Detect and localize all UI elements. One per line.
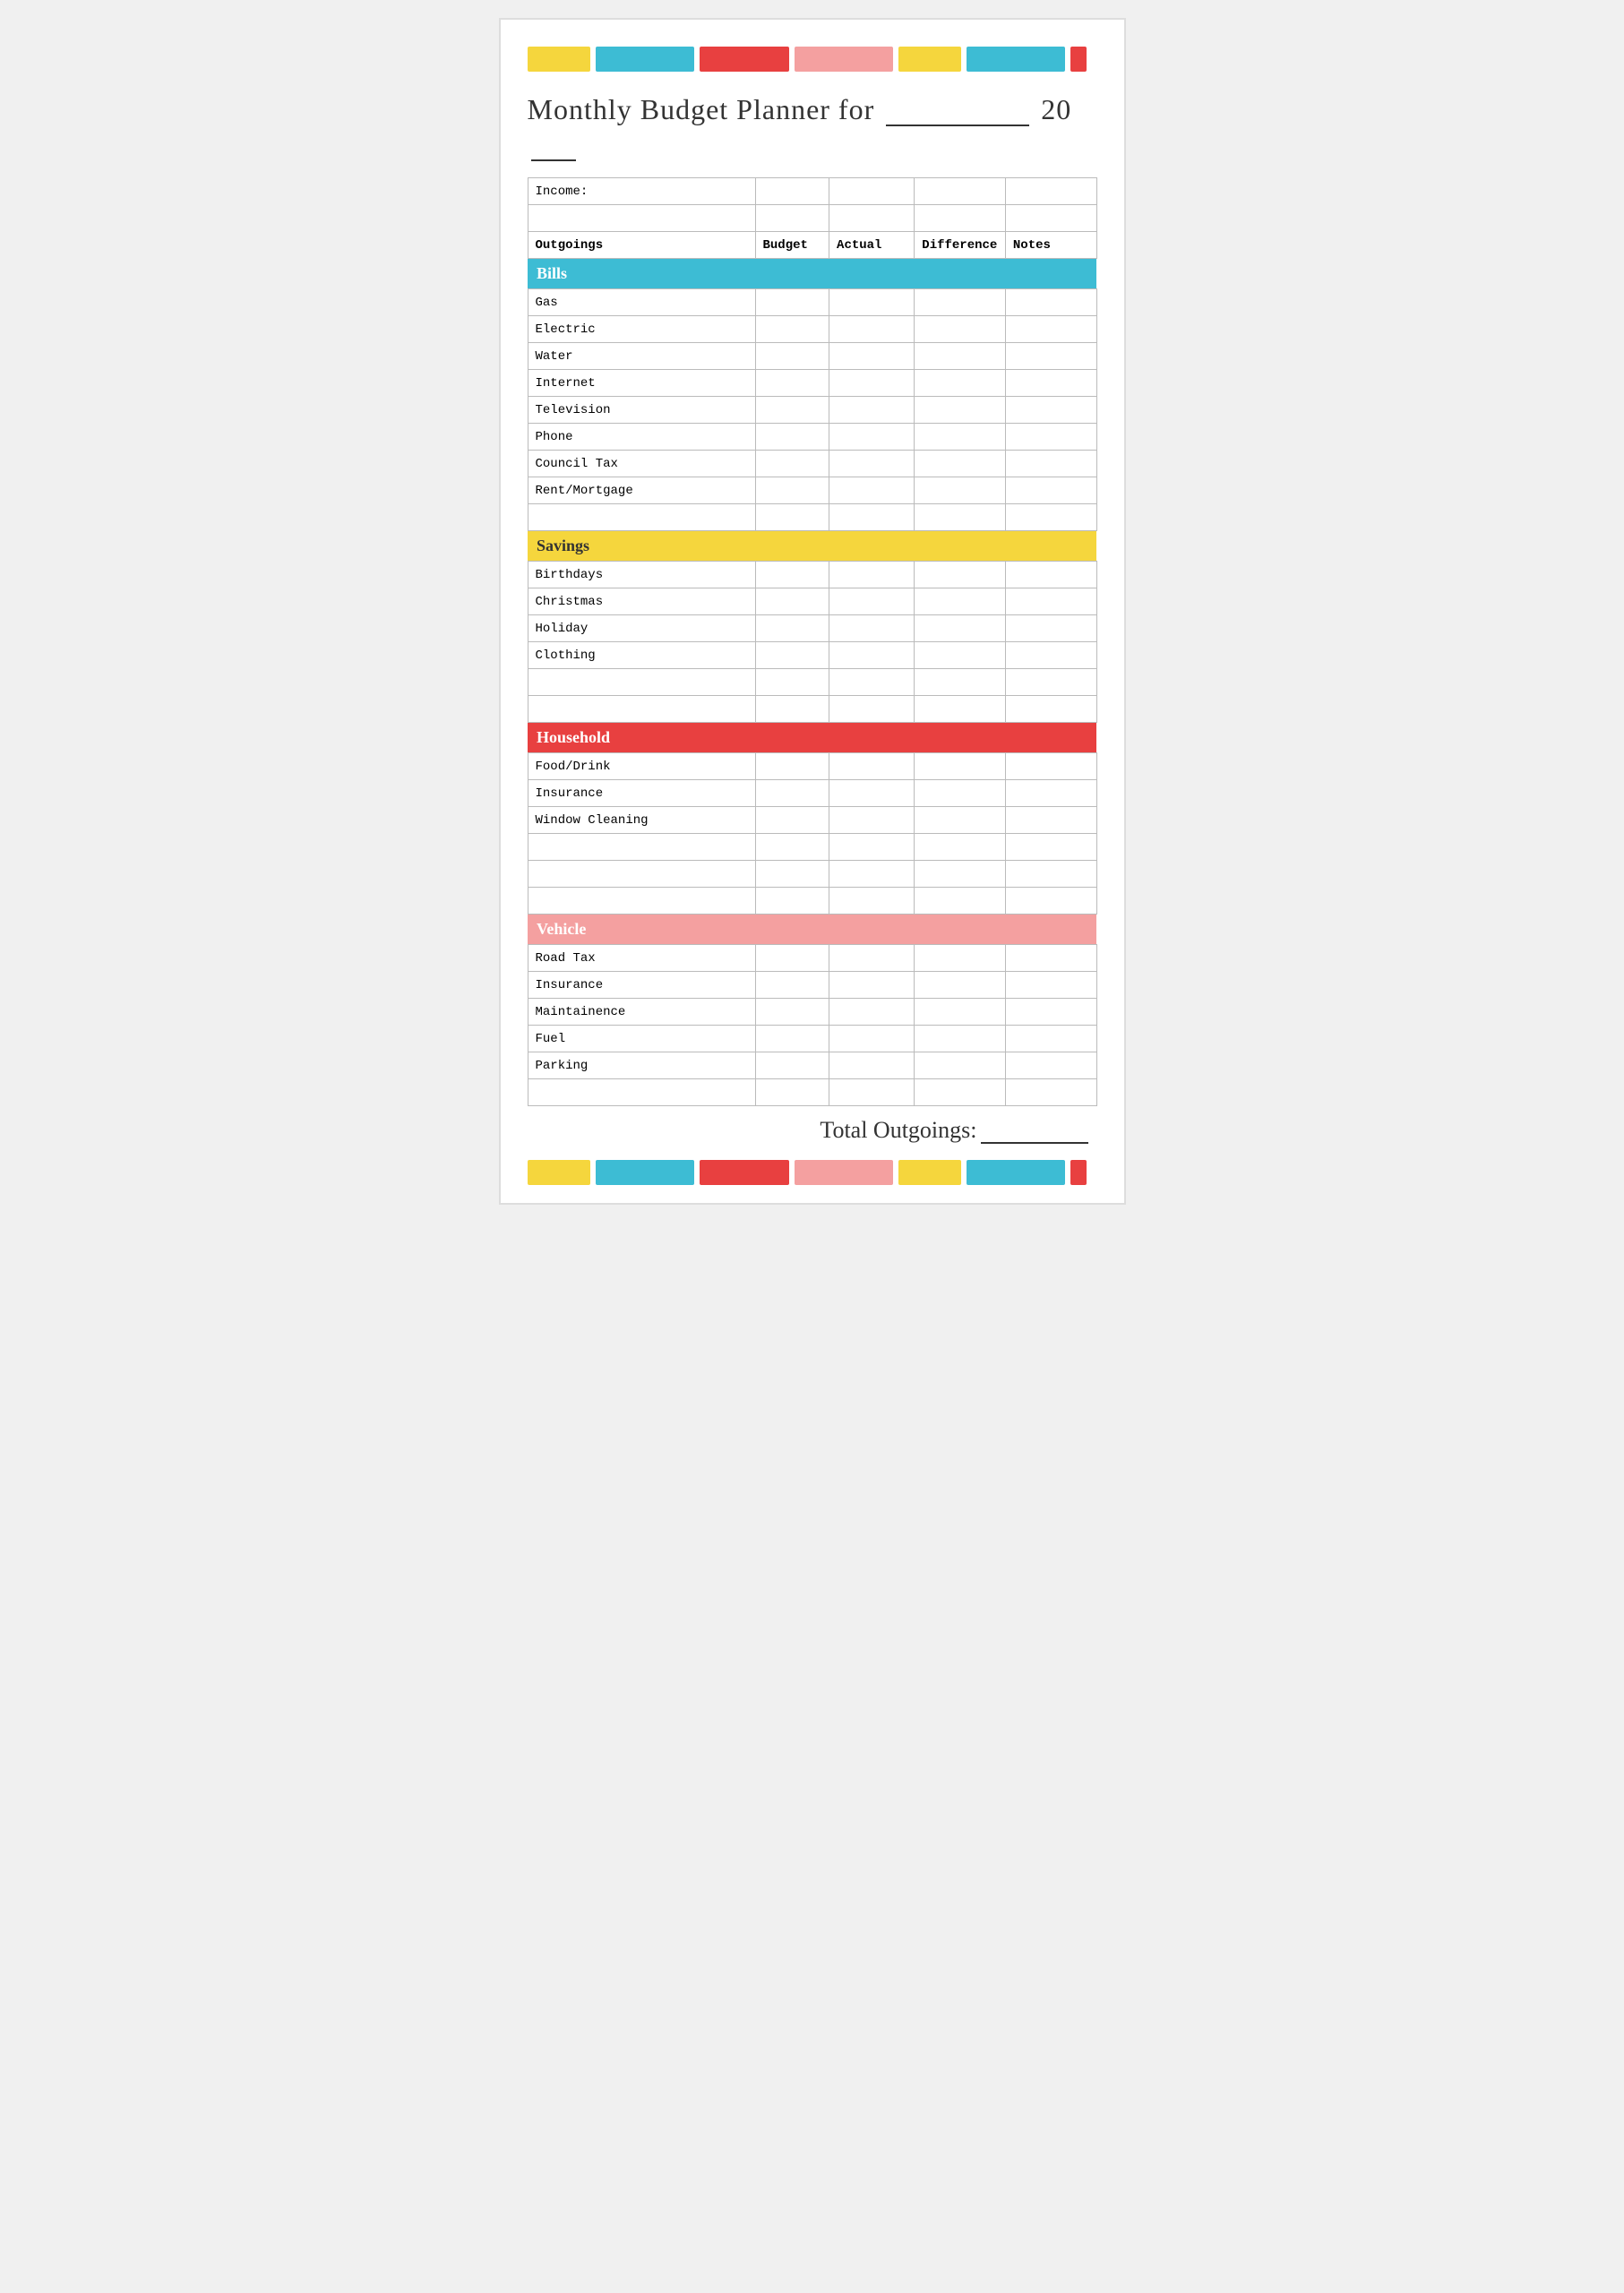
row-birthdays: Birthdays: [528, 562, 1096, 588]
income-budget: [755, 178, 829, 205]
vehicle-spacer: [528, 1079, 1096, 1106]
top-color-bars: [528, 47, 1097, 72]
row-gas: Gas: [528, 289, 1096, 316]
label-christmas: Christmas: [528, 588, 755, 615]
label-maintenance: Maintainence: [528, 999, 755, 1026]
label-road-tax: Road Tax: [528, 945, 755, 972]
section-household-label: Household: [528, 723, 1096, 753]
row-insurance-household: Insurance: [528, 780, 1096, 807]
col-header-notes: Notes: [1005, 232, 1096, 259]
label-parking: Parking: [528, 1052, 755, 1079]
bar-teal-2: [967, 47, 1065, 72]
bar-yellow-1: [528, 47, 590, 72]
title-year-line: [531, 126, 576, 161]
column-header-row: Outgoings Budget Actual Difference Notes: [528, 232, 1096, 259]
label-council-tax: Council Tax: [528, 451, 755, 477]
title-month-line: [886, 91, 1029, 126]
row-water: Water: [528, 343, 1096, 370]
label-fuel: Fuel: [528, 1026, 755, 1052]
bar-teal-1: [596, 47, 694, 72]
bar-red-1: [700, 47, 789, 72]
label-electric: Electric: [528, 316, 755, 343]
household-spacer-1: [528, 834, 1096, 861]
col-header-actual: Actual: [829, 232, 915, 259]
row-electric: Electric: [528, 316, 1096, 343]
row-food-drink: Food/Drink: [528, 753, 1096, 780]
row-road-tax: Road Tax: [528, 945, 1096, 972]
row-council-tax: Council Tax: [528, 451, 1096, 477]
label-window-cleaning: Window Cleaning: [528, 807, 755, 834]
row-window-cleaning: Window Cleaning: [528, 807, 1096, 834]
bills-spacer: [528, 504, 1096, 531]
bar-pink-1: [795, 47, 893, 72]
label-internet: Internet: [528, 370, 755, 397]
title-year-prefix: 20: [1041, 93, 1071, 125]
income-notes: [1005, 178, 1096, 205]
bot-bar-red-1: [700, 1160, 789, 1185]
section-savings-label: Savings: [528, 531, 1096, 562]
label-insurance-household: Insurance: [528, 780, 755, 807]
bot-bar-red-2: [1070, 1160, 1087, 1185]
household-spacer-3: [528, 888, 1096, 915]
title-text: Monthly Budget Planner for: [528, 93, 875, 125]
label-rent-mortgage: Rent/Mortgage: [528, 477, 755, 504]
label-gas: Gas: [528, 289, 755, 316]
row-maintenance: Maintainence: [528, 999, 1096, 1026]
bot-bar-yellow-1: [528, 1160, 590, 1185]
section-bills-label: Bills: [528, 259, 1096, 289]
bot-bar-teal-1: [596, 1160, 694, 1185]
row-rent-mortgage: Rent/Mortgage: [528, 477, 1096, 504]
row-insurance-vehicle: Insurance: [528, 972, 1096, 999]
income-actual: [829, 178, 915, 205]
row-christmas: Christmas: [528, 588, 1096, 615]
savings-spacer-1: [528, 669, 1096, 696]
row-television: Television: [528, 397, 1096, 424]
bot-bar-pink-1: [795, 1160, 893, 1185]
section-household-header: Household: [528, 723, 1096, 753]
budget-table: Income: Outgoings Budget Actual Differen…: [528, 177, 1097, 1106]
section-vehicle-header: Vehicle: [528, 915, 1096, 945]
col-header-difference: Difference: [915, 232, 1006, 259]
label-water: Water: [528, 343, 755, 370]
col-header-outgoings: Outgoings: [528, 232, 755, 259]
total-value-line: [981, 1115, 1088, 1144]
household-spacer-2: [528, 861, 1096, 888]
label-television: Television: [528, 397, 755, 424]
income-row: Income:: [528, 178, 1096, 205]
income-label: Income:: [528, 178, 755, 205]
row-clothing: Clothing: [528, 642, 1096, 669]
row-internet: Internet: [528, 370, 1096, 397]
label-holiday: Holiday: [528, 615, 755, 642]
label-birthdays: Birthdays: [528, 562, 755, 588]
row-fuel: Fuel: [528, 1026, 1096, 1052]
bot-bar-yellow-2: [898, 1160, 961, 1185]
row-phone: Phone: [528, 424, 1096, 451]
bot-bar-teal-2: [967, 1160, 1065, 1185]
bar-red-2: [1070, 47, 1087, 72]
spacer-row: [528, 205, 1096, 232]
section-vehicle-label: Vehicle: [528, 915, 1096, 945]
label-food-drink: Food/Drink: [528, 753, 755, 780]
income-diff: [915, 178, 1006, 205]
col-header-budget: Budget: [755, 232, 829, 259]
label-phone: Phone: [528, 424, 755, 451]
total-outgoings-row: Total Outgoings:: [528, 1115, 1097, 1144]
savings-spacer-2: [528, 696, 1096, 723]
bar-yellow-2: [898, 47, 961, 72]
row-parking: Parking: [528, 1052, 1096, 1079]
section-savings-header: Savings: [528, 531, 1096, 562]
page-title: Monthly Budget Planner for 20: [528, 91, 1097, 161]
total-label: Total Outgoings:: [820, 1117, 976, 1143]
bottom-color-bars: [528, 1160, 1097, 1185]
section-bills-header: Bills: [528, 259, 1096, 289]
row-holiday: Holiday: [528, 615, 1096, 642]
page: Monthly Budget Planner for 20 Income:: [499, 18, 1126, 1205]
label-clothing: Clothing: [528, 642, 755, 669]
label-insurance-vehicle: Insurance: [528, 972, 755, 999]
